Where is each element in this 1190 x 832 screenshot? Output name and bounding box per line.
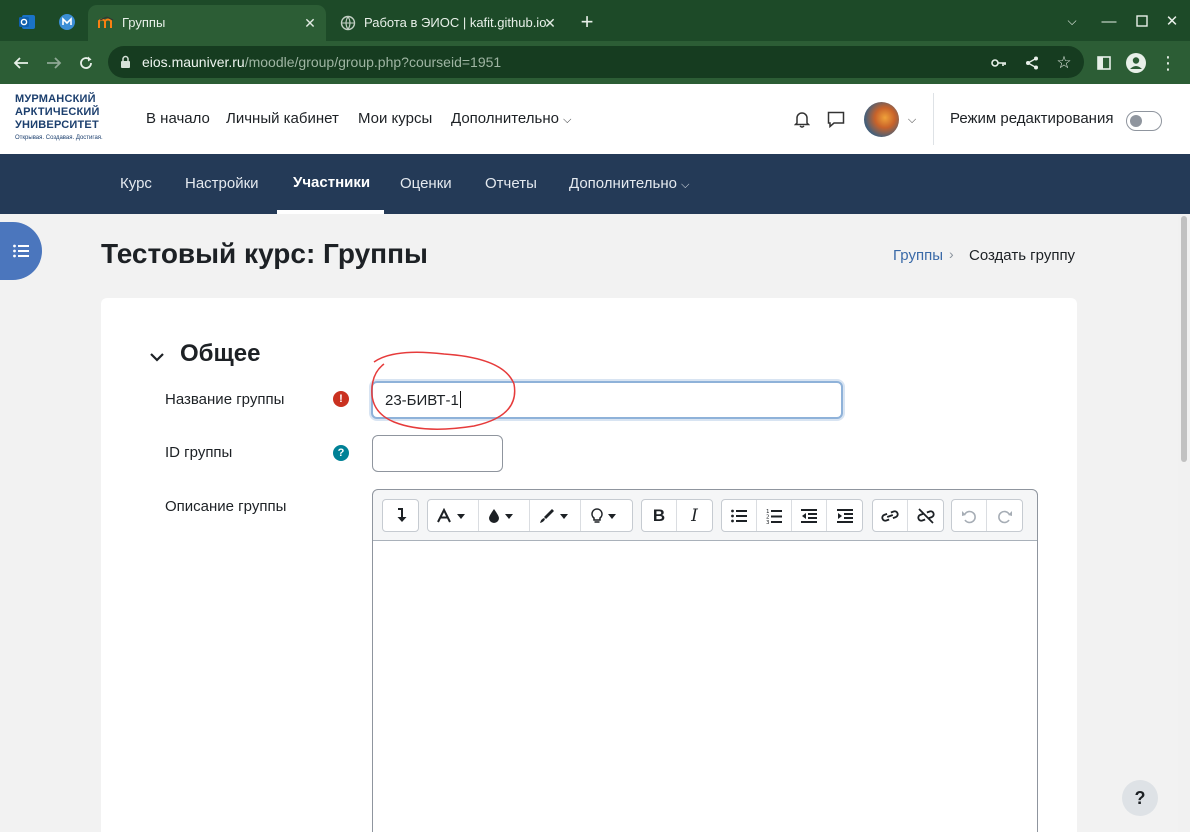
lock-icon	[121, 55, 130, 68]
secnav-reports[interactable]: Отчеты	[485, 175, 537, 192]
side-panel-icon[interactable]	[1089, 48, 1119, 78]
course-secondary-nav: Курс Настройки Участники Оценки Отчеты Д…	[0, 154, 1190, 214]
unlink-icon[interactable]	[908, 500, 943, 531]
page-title: Тестовый курс: Группы	[101, 238, 428, 269]
nav-more[interactable]: Дополнительно ⌵	[451, 110, 571, 127]
maximize-icon[interactable]	[1128, 8, 1156, 34]
close-tab-icon[interactable]: ✕	[300, 13, 320, 33]
chevron-down-icon: ⌵	[563, 114, 572, 126]
browser-toolbar: eios.mauniver.ru/moodle/group/group.php?…	[0, 41, 1190, 84]
tab-title: Группы	[122, 15, 166, 30]
user-menu-chevron-icon[interactable]: ⌵	[900, 108, 924, 132]
required-icon[interactable]: !	[333, 391, 349, 407]
secnav-settings[interactable]: Настройки	[185, 175, 259, 192]
group-description-label: Описание группы	[165, 498, 287, 515]
accessibility-icon[interactable]	[581, 500, 632, 531]
description-editor-content[interactable]	[373, 540, 1037, 832]
profile-icon[interactable]	[1121, 48, 1151, 78]
description-editor: B I 123	[372, 489, 1038, 832]
group-name-input[interactable]: 23-БИВТ-1	[371, 381, 843, 419]
chevron-down-icon: ⌵	[681, 179, 690, 191]
group-id-label: ID группы	[165, 444, 233, 461]
collapse-icon[interactable]	[383, 500, 418, 531]
nav-home[interactable]: В начало	[146, 110, 210, 127]
tab-kafit[interactable]: Работа в ЭИОС | kafit.github.io ✕	[330, 5, 566, 41]
font-style-icon[interactable]	[428, 500, 479, 531]
bold-icon[interactable]: B	[642, 500, 677, 531]
group-id-input[interactable]	[372, 435, 503, 472]
help-icon[interactable]: ?	[333, 445, 349, 461]
ordered-list-icon[interactable]: 123	[757, 500, 792, 531]
close-window-icon[interactable]: ✕	[1158, 8, 1186, 34]
edit-mode-toggle[interactable]	[1126, 111, 1162, 131]
new-tab-button[interactable]: +	[574, 9, 600, 35]
group-name-label: Название группы	[165, 391, 285, 408]
link-icon[interactable]	[873, 500, 908, 531]
toolbar-group-style	[427, 499, 633, 532]
toolbar-group-history	[951, 499, 1023, 532]
browser-menu-icon[interactable]: ⋮	[1153, 48, 1183, 78]
notifications-icon[interactable]	[790, 107, 814, 131]
back-icon[interactable]	[6, 48, 36, 78]
outlook-pinned-tab[interactable]	[12, 7, 42, 37]
forward-icon[interactable]	[39, 48, 69, 78]
university-logo[interactable]: МУРМАНСКИЙ АРКТИЧЕСКИЙ УНИВЕРСИТЕТ Откры…	[15, 93, 115, 141]
redo-icon[interactable]	[987, 500, 1022, 531]
nav-my-courses[interactable]: Мои курсы	[358, 110, 432, 127]
list-icon	[13, 244, 29, 258]
user-avatar[interactable]	[864, 102, 899, 137]
tab-groups[interactable]: Группы ✕	[88, 5, 326, 41]
secnav-participants[interactable]: Участники	[293, 174, 370, 191]
outlook-icon	[19, 15, 35, 29]
browser-tab-bar: Группы ✕ Работа в ЭИОС | kafit.github.io…	[0, 0, 1190, 41]
course-index-drawer-button[interactable]	[0, 222, 42, 280]
share-icon[interactable]	[1021, 52, 1043, 74]
unordered-list-icon[interactable]	[722, 500, 757, 531]
breadcrumb-current: Создать группу	[969, 247, 1076, 264]
mau-app-icon	[59, 14, 75, 30]
indent-icon[interactable]	[827, 500, 862, 531]
section-general-title[interactable]: Общее	[180, 340, 260, 368]
outdent-icon[interactable]	[792, 500, 827, 531]
address-bar[interactable]: eios.mauniver.ru/moodle/group/group.php?…	[108, 46, 1084, 78]
messages-icon[interactable]	[824, 107, 848, 131]
url-text: eios.mauniver.ru/moodle/group/group.php?…	[142, 54, 502, 70]
edit-mode-label: Режим редактирования	[950, 110, 1114, 127]
moodle-m-icon	[98, 16, 114, 28]
undo-icon[interactable]	[952, 500, 987, 531]
page-scrollbar-thumb[interactable]	[1181, 216, 1187, 462]
toolbar-group-lists: 123	[721, 499, 863, 532]
italic-icon[interactable]: I	[677, 500, 712, 531]
tab-search-icon[interactable]: ⌵	[1058, 8, 1086, 34]
bookmark-star-icon[interactable]: ☆	[1053, 52, 1075, 74]
globe-icon	[340, 15, 356, 31]
reload-icon[interactable]	[71, 48, 101, 78]
active-tab-indicator	[277, 210, 384, 214]
breadcrumb-groups[interactable]: Группы	[893, 247, 943, 264]
site-header: МУРМАНСКИЙ АРКТИЧЕСКИЙ УНИВЕРСИТЕТ Откры…	[0, 84, 1190, 154]
nav-dashboard[interactable]: Личный кабинет	[226, 110, 339, 127]
tab-title: Работа в ЭИОС | kafit.github.io	[364, 15, 547, 30]
text-color-icon[interactable]	[479, 500, 530, 531]
toolbar-group-collapse	[382, 499, 419, 532]
minimize-icon[interactable]: —	[1095, 8, 1123, 34]
key-icon[interactable]	[988, 52, 1010, 74]
secnav-grades[interactable]: Оценки	[400, 175, 452, 192]
header-divider	[933, 93, 934, 145]
footer-help-button[interactable]: ?	[1122, 780, 1158, 816]
svg-text:3: 3	[766, 520, 770, 524]
highlight-icon[interactable]	[530, 500, 581, 531]
collapse-section-chevron-icon[interactable]	[148, 348, 166, 366]
toolbar-group-links	[872, 499, 944, 532]
breadcrumb-separator-icon: ›	[949, 246, 954, 262]
mau-pinned-tab[interactable]	[52, 7, 82, 37]
close-tab-icon[interactable]: ✕	[540, 13, 560, 33]
text-cursor	[459, 391, 461, 408]
secnav-course[interactable]: Курс	[120, 175, 152, 192]
secnav-more[interactable]: Дополнительно ⌵	[569, 175, 689, 192]
toolbar-group-format: B I	[641, 499, 713, 532]
